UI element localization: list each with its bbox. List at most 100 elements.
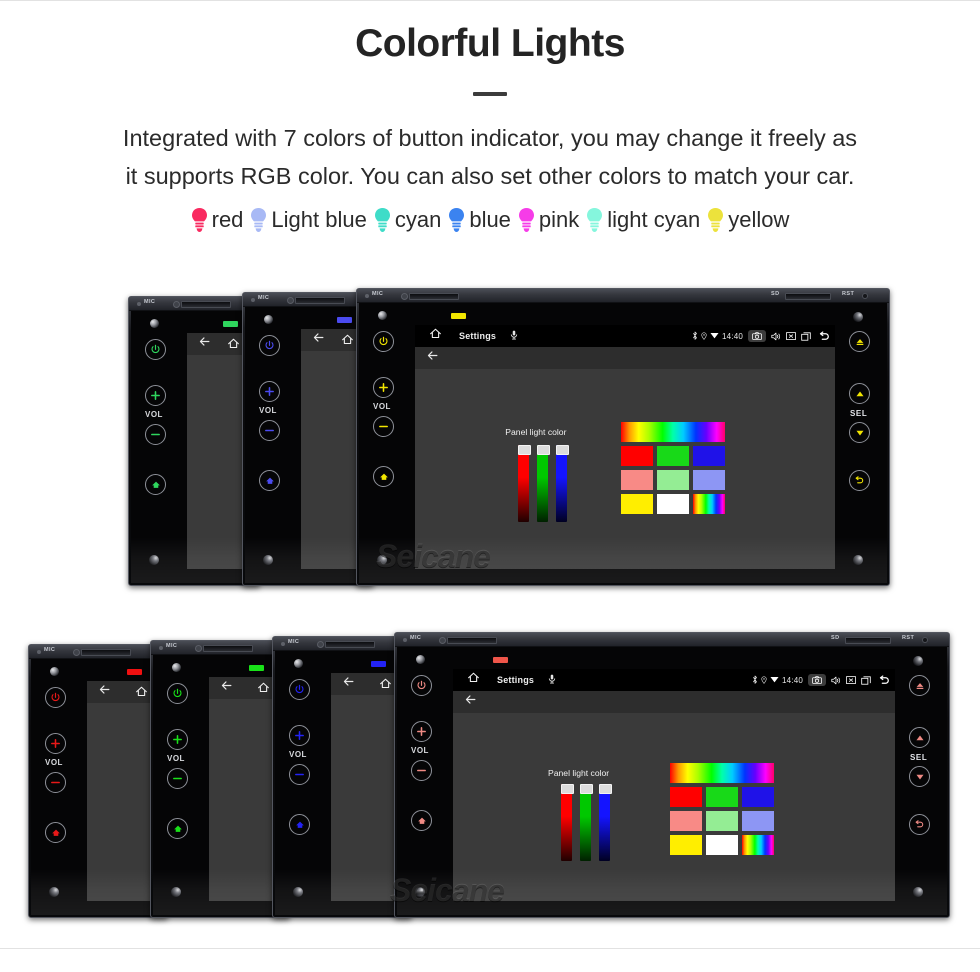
swatch-0-0[interactable] bbox=[669, 786, 702, 807]
nav-home-icon[interactable] bbox=[467, 671, 480, 689]
slider-thumb[interactable] bbox=[555, 445, 569, 455]
volume-up-button[interactable] bbox=[145, 385, 166, 406]
close-button[interactable] bbox=[786, 332, 796, 340]
sd-slot[interactable] bbox=[845, 637, 891, 644]
rotary-knob[interactable] bbox=[263, 555, 273, 565]
volume-up-button[interactable] bbox=[45, 733, 66, 754]
device-unit-top-0[interactable]: MIC VOL bbox=[128, 296, 260, 586]
swatch-1-1[interactable] bbox=[705, 810, 738, 831]
eject-button[interactable] bbox=[849, 331, 870, 352]
camera-button[interactable] bbox=[808, 673, 826, 687]
volume-up-button[interactable] bbox=[167, 729, 188, 750]
swatch-1-2[interactable] bbox=[741, 810, 774, 831]
seek-down-button[interactable] bbox=[909, 766, 930, 787]
touch-screen[interactable]: Settings 14:40 Panel light color bbox=[415, 325, 835, 569]
screen-back-button[interactable] bbox=[342, 675, 355, 693]
seek-down-button[interactable] bbox=[849, 422, 870, 443]
screen-back-button[interactable] bbox=[312, 331, 325, 349]
return-button[interactable] bbox=[909, 814, 930, 835]
nav-home-icon-partial[interactable] bbox=[257, 681, 270, 699]
screen-back-button[interactable] bbox=[198, 335, 211, 353]
nav-home-button[interactable] bbox=[259, 470, 280, 491]
right-rotary-knob[interactable] bbox=[853, 555, 863, 565]
swatch-1-0[interactable] bbox=[620, 470, 653, 490]
back-button[interactable] bbox=[818, 330, 831, 343]
device-unit-bottom-0[interactable]: MIC VOLS bbox=[28, 644, 168, 918]
volume-button[interactable] bbox=[831, 676, 841, 685]
volume-down-button[interactable] bbox=[373, 416, 394, 437]
power-button[interactable] bbox=[259, 335, 280, 356]
nav-home-icon-partial[interactable] bbox=[341, 333, 354, 351]
swatch-2-1[interactable] bbox=[705, 834, 738, 855]
green-slider[interactable] bbox=[580, 784, 594, 862]
slider-thumb[interactable] bbox=[580, 784, 594, 795]
swatch-1-1[interactable] bbox=[656, 470, 689, 490]
usb-slot[interactable] bbox=[81, 649, 131, 656]
rotary-knob[interactable] bbox=[49, 887, 59, 897]
sd-slot[interactable] bbox=[785, 293, 831, 300]
device-unit-bottom-3[interactable]: MIC SD RST VOL Settings 14:40 Panel light colo… bbox=[394, 632, 950, 918]
camera-button[interactable] bbox=[748, 329, 766, 343]
swatch-spectrum[interactable] bbox=[692, 494, 725, 514]
volume-down-button[interactable] bbox=[411, 760, 432, 781]
swatch-2-1[interactable] bbox=[656, 494, 689, 514]
return-button[interactable] bbox=[849, 470, 870, 491]
eject-button[interactable] bbox=[909, 675, 930, 696]
seek-up-button[interactable] bbox=[909, 727, 930, 748]
swatch-2-0[interactable] bbox=[669, 834, 702, 855]
nav-home-button[interactable] bbox=[45, 822, 66, 843]
power-button[interactable] bbox=[145, 339, 166, 360]
usb-slot[interactable] bbox=[181, 301, 231, 308]
reset-hole[interactable] bbox=[862, 293, 868, 299]
usb-slot[interactable] bbox=[447, 637, 497, 644]
volume-down-button[interactable] bbox=[145, 424, 166, 445]
screen-back-button[interactable] bbox=[98, 683, 111, 701]
volume-down-button[interactable] bbox=[259, 420, 280, 441]
usb-slot[interactable] bbox=[203, 645, 253, 652]
usb-slot[interactable] bbox=[295, 297, 345, 304]
rotary-knob[interactable] bbox=[149, 555, 159, 565]
touch-screen[interactable]: Settings 14:40 Panel light color bbox=[453, 669, 895, 901]
power-button[interactable] bbox=[167, 683, 188, 704]
back-button[interactable] bbox=[878, 674, 891, 687]
recents-button[interactable] bbox=[861, 675, 871, 685]
nav-home-icon-partial[interactable] bbox=[135, 685, 148, 703]
blue-slider[interactable] bbox=[599, 784, 613, 862]
power-button[interactable] bbox=[373, 331, 394, 352]
power-button[interactable] bbox=[45, 687, 66, 708]
nav-home-button[interactable] bbox=[145, 474, 166, 495]
volume-down-button[interactable] bbox=[289, 764, 310, 785]
rotary-knob[interactable] bbox=[293, 887, 303, 897]
power-button[interactable] bbox=[289, 679, 310, 700]
nav-home-button[interactable] bbox=[167, 818, 188, 839]
reset-hole[interactable] bbox=[922, 637, 928, 643]
swatch-2-0[interactable] bbox=[620, 494, 653, 514]
power-button[interactable] bbox=[411, 675, 432, 696]
usb-slot[interactable] bbox=[325, 641, 375, 648]
volume-up-button[interactable] bbox=[411, 721, 432, 742]
volume-up-button[interactable] bbox=[373, 377, 394, 398]
screen-back-button[interactable] bbox=[464, 693, 477, 711]
nav-home-icon-partial[interactable] bbox=[227, 337, 240, 355]
right-rotary-knob[interactable] bbox=[913, 887, 923, 897]
blue-slider[interactable] bbox=[555, 445, 569, 522]
nav-home-button[interactable] bbox=[411, 810, 432, 831]
screen-back-button[interactable] bbox=[426, 349, 439, 367]
swatch-0-1[interactable] bbox=[705, 786, 738, 807]
device-unit-top-1[interactable]: MIC VOL bbox=[242, 292, 374, 586]
rotary-knob[interactable] bbox=[377, 555, 387, 565]
swatch-1-0[interactable] bbox=[669, 810, 702, 831]
device-unit-bottom-2[interactable]: MIC VOLS bbox=[272, 636, 412, 918]
nav-mic-icon[interactable] bbox=[548, 671, 556, 689]
swatch-0-2[interactable] bbox=[741, 786, 774, 807]
red-slider[interactable] bbox=[561, 784, 575, 862]
volume-up-button[interactable] bbox=[289, 725, 310, 746]
swatch-0-0[interactable] bbox=[620, 446, 653, 466]
device-unit-top-2[interactable]: MIC SD RST VOL Settings 14:40 Panel light colo… bbox=[356, 288, 890, 586]
slider-thumb[interactable] bbox=[561, 784, 575, 795]
nav-home-icon-partial[interactable] bbox=[379, 677, 392, 695]
slider-thumb[interactable] bbox=[517, 445, 531, 455]
swatch-0-2[interactable] bbox=[692, 446, 725, 466]
screen-back-button[interactable] bbox=[220, 679, 233, 697]
nav-home-button[interactable] bbox=[373, 466, 394, 487]
